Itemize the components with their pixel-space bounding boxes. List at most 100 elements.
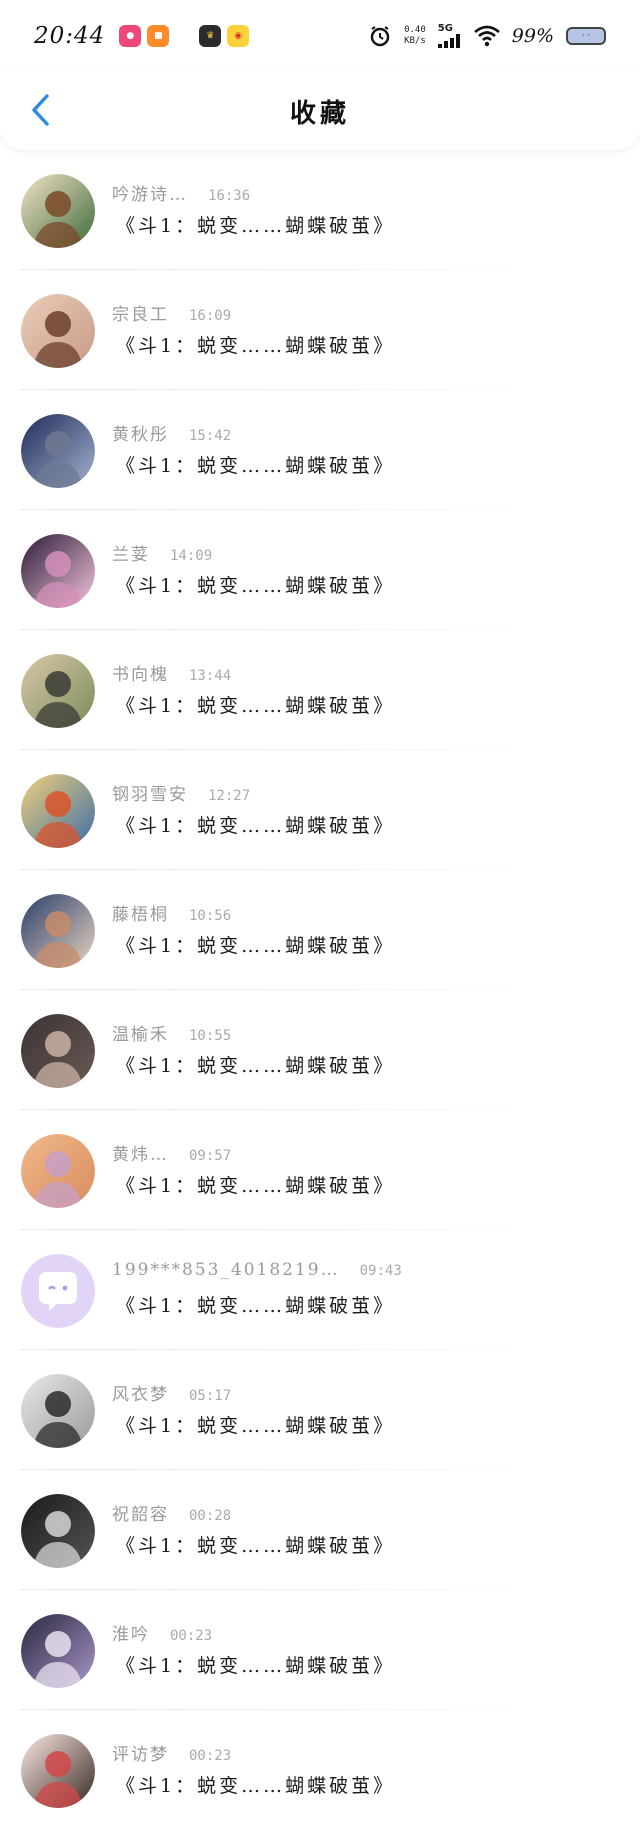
net-speed-value: 0.40 — [404, 25, 426, 35]
item-time: 16:36 — [208, 188, 251, 204]
avatar[interactable] — [21, 534, 95, 608]
avatar[interactable] — [21, 294, 95, 368]
item-meta: 温榆禾 10:55 — [112, 1020, 231, 1045]
item-meta: 评访梦 00:23 — [112, 1740, 231, 1765]
user-name: 黄秋彤 — [112, 425, 169, 445]
item-message: 《斗1：蜕变……蝴蝶破茧》 — [116, 1655, 396, 1677]
list-item[interactable]: 温榆禾 10:55 《斗1：蜕变……蝴蝶破茧》 — [0, 990, 640, 1110]
alarm-icon — [370, 26, 390, 47]
list-item[interactable]: 宗良工 16:09 《斗1：蜕变……蝴蝶破茧》 — [0, 270, 640, 390]
user-name: 书向槐 — [112, 665, 169, 685]
item-time: 13:44 — [189, 668, 232, 684]
list-item[interactable]: 黄炜… 09:57 《斗1：蜕变……蝴蝶破茧》 — [0, 1110, 640, 1230]
avatar[interactable] — [21, 1374, 95, 1448]
avatar[interactable] — [21, 414, 95, 488]
list-item[interactable]: 钢羽雪安 12:27 《斗1：蜕变……蝴蝶破茧》 — [0, 750, 640, 870]
user-name: 评访梦 — [112, 1745, 169, 1765]
user-name: 温榆禾 — [112, 1025, 169, 1045]
item-message: 《斗1：蜕变……蝴蝶破茧》 — [116, 1055, 396, 1077]
item-time: 16:09 — [189, 308, 232, 324]
user-name: 风衣梦 — [112, 1385, 169, 1405]
item-message: 《斗1：蜕变……蝴蝶破茧》 — [116, 455, 396, 477]
item-message: 《斗1：蜕变……蝴蝶破茧》 — [116, 695, 396, 717]
list-item[interactable]: 黄秋彤 15:42 《斗1：蜕变……蝴蝶破茧》 — [0, 390, 640, 510]
avatar[interactable] — [21, 174, 95, 248]
signal-group: 5G — [437, 24, 462, 48]
list-item[interactable]: 吟游诗… 16:36 《斗1：蜕变……蝴蝶破茧》 — [0, 150, 640, 270]
status-bar: 20:44 ● ■ ♛ ◉ 0.40 KB/s 5G 99% · · — [0, 0, 640, 72]
back-button[interactable] — [20, 90, 60, 130]
list-item[interactable]: 风衣梦 05:17 《斗1：蜕变……蝴蝶破茧》 — [0, 1350, 640, 1470]
chevron-left-icon — [32, 94, 49, 126]
status-time: 20:44 — [34, 23, 106, 49]
status-right: 0.40 KB/s 5G 99% · · — [368, 24, 606, 48]
item-message: 《斗1：蜕变……蝴蝶破茧》 — [116, 1295, 396, 1317]
item-message: 《斗1：蜕变……蝴蝶破茧》 — [116, 575, 396, 597]
list-item[interactable]: 兰荽 14:09 《斗1：蜕变……蝴蝶破茧》 — [0, 510, 640, 630]
list-item[interactable]: 藤梧桐 10:56 《斗1：蜕变……蝴蝶破茧》 — [0, 870, 640, 990]
item-time: 15:42 — [189, 428, 232, 444]
favorites-list: 吟游诗… 16:36 《斗1：蜕变……蝴蝶破茧》 宗良工 16:09 《斗1：蜕… — [0, 150, 640, 1826]
weibo-icon: ◉ — [227, 25, 250, 47]
avatar[interactable] — [21, 1614, 95, 1688]
item-time: 00:23 — [170, 1628, 213, 1644]
header-bar: 收藏 — [0, 72, 640, 150]
item-meta: 黄秋彤 15:42 — [112, 420, 231, 445]
item-message: 《斗1：蜕变……蝴蝶破茧》 — [116, 215, 396, 237]
item-time: 12:27 — [208, 788, 251, 804]
item-meta: 书向槐 13:44 — [112, 660, 231, 685]
list-item[interactable]: 199***853_4018219… 09:43 《斗1：蜕变……蝴蝶破茧》 — [0, 1230, 640, 1350]
item-time: 00:28 — [189, 1508, 232, 1524]
app-notification-icon: ♛ — [199, 25, 222, 47]
list-item[interactable]: 评访梦 00:23 《斗1：蜕变……蝴蝶破茧》 — [0, 1710, 640, 1826]
user-name: 祝韶容 — [112, 1505, 169, 1525]
item-time: 14:09 — [170, 548, 213, 564]
item-message: 《斗1：蜕变……蝴蝶破茧》 — [116, 1175, 396, 1197]
user-name: 黄炜… — [112, 1145, 169, 1165]
item-message: 《斗1：蜕变……蝴蝶破茧》 — [116, 335, 396, 357]
user-name: 藤梧桐 — [112, 905, 169, 925]
page-title: 收藏 — [289, 98, 350, 129]
list-item[interactable]: 书向槐 13:44 《斗1：蜕变……蝴蝶破茧》 — [0, 630, 640, 750]
user-name: 兰荽 — [112, 545, 150, 565]
item-meta: 钢羽雪安 12:27 — [112, 780, 250, 805]
item-time: 09:57 — [189, 1148, 232, 1164]
item-message: 《斗1：蜕变……蝴蝶破茧》 — [116, 1415, 396, 1437]
notification-icons: ● ■ — [119, 25, 170, 47]
item-message: 《斗1：蜕变……蝴蝶破茧》 — [116, 1775, 396, 1797]
battery-icon: · · — [566, 27, 606, 45]
item-meta: 199***853_4018219… 09:43 — [112, 1260, 402, 1280]
list-item[interactable]: 祝韶容 00:28 《斗1：蜕变……蝴蝶破茧》 — [0, 1470, 640, 1590]
avatar[interactable] — [21, 1134, 95, 1208]
avatar[interactable] — [21, 1014, 95, 1088]
item-time: 10:55 — [189, 1028, 232, 1044]
net-speed: 0.40 KB/s — [404, 25, 426, 47]
item-meta: 淮吟 00:23 — [112, 1620, 212, 1645]
notification-icons-2: ♛ ◉ — [199, 25, 250, 47]
app-notification-icon: ■ — [147, 25, 170, 47]
item-meta: 祝韶容 00:28 — [112, 1500, 231, 1525]
avatar[interactable] — [21, 774, 95, 848]
avatar[interactable] — [21, 1254, 95, 1328]
battery-percent: 99% — [511, 25, 554, 47]
list-item[interactable]: 淮吟 00:23 《斗1：蜕变……蝴蝶破茧》 — [0, 1590, 640, 1710]
avatar[interactable] — [21, 894, 95, 968]
net-speed-unit: KB/s — [404, 36, 426, 46]
user-name: 钢羽雪安 — [112, 785, 188, 805]
avatar[interactable] — [21, 654, 95, 728]
item-time: 00:23 — [189, 1748, 232, 1764]
item-message: 《斗1：蜕变……蝴蝶破茧》 — [116, 1535, 396, 1557]
user-name: 199***853_4018219… — [112, 1260, 340, 1280]
item-meta: 兰荽 14:09 — [112, 540, 212, 565]
user-name: 淮吟 — [112, 1625, 150, 1645]
avatar[interactable] — [21, 1494, 95, 1568]
item-time: 05:17 — [189, 1388, 232, 1404]
item-meta: 藤梧桐 10:56 — [112, 900, 231, 925]
item-meta: 风衣梦 05:17 — [112, 1380, 231, 1405]
item-time: 09:43 — [359, 1263, 402, 1279]
item-meta: 黄炜… 09:57 — [112, 1140, 231, 1165]
item-message: 《斗1：蜕变……蝴蝶破茧》 — [116, 935, 396, 957]
avatar[interactable] — [21, 1734, 95, 1808]
wifi-icon — [473, 25, 500, 47]
item-time: 10:56 — [189, 908, 232, 924]
